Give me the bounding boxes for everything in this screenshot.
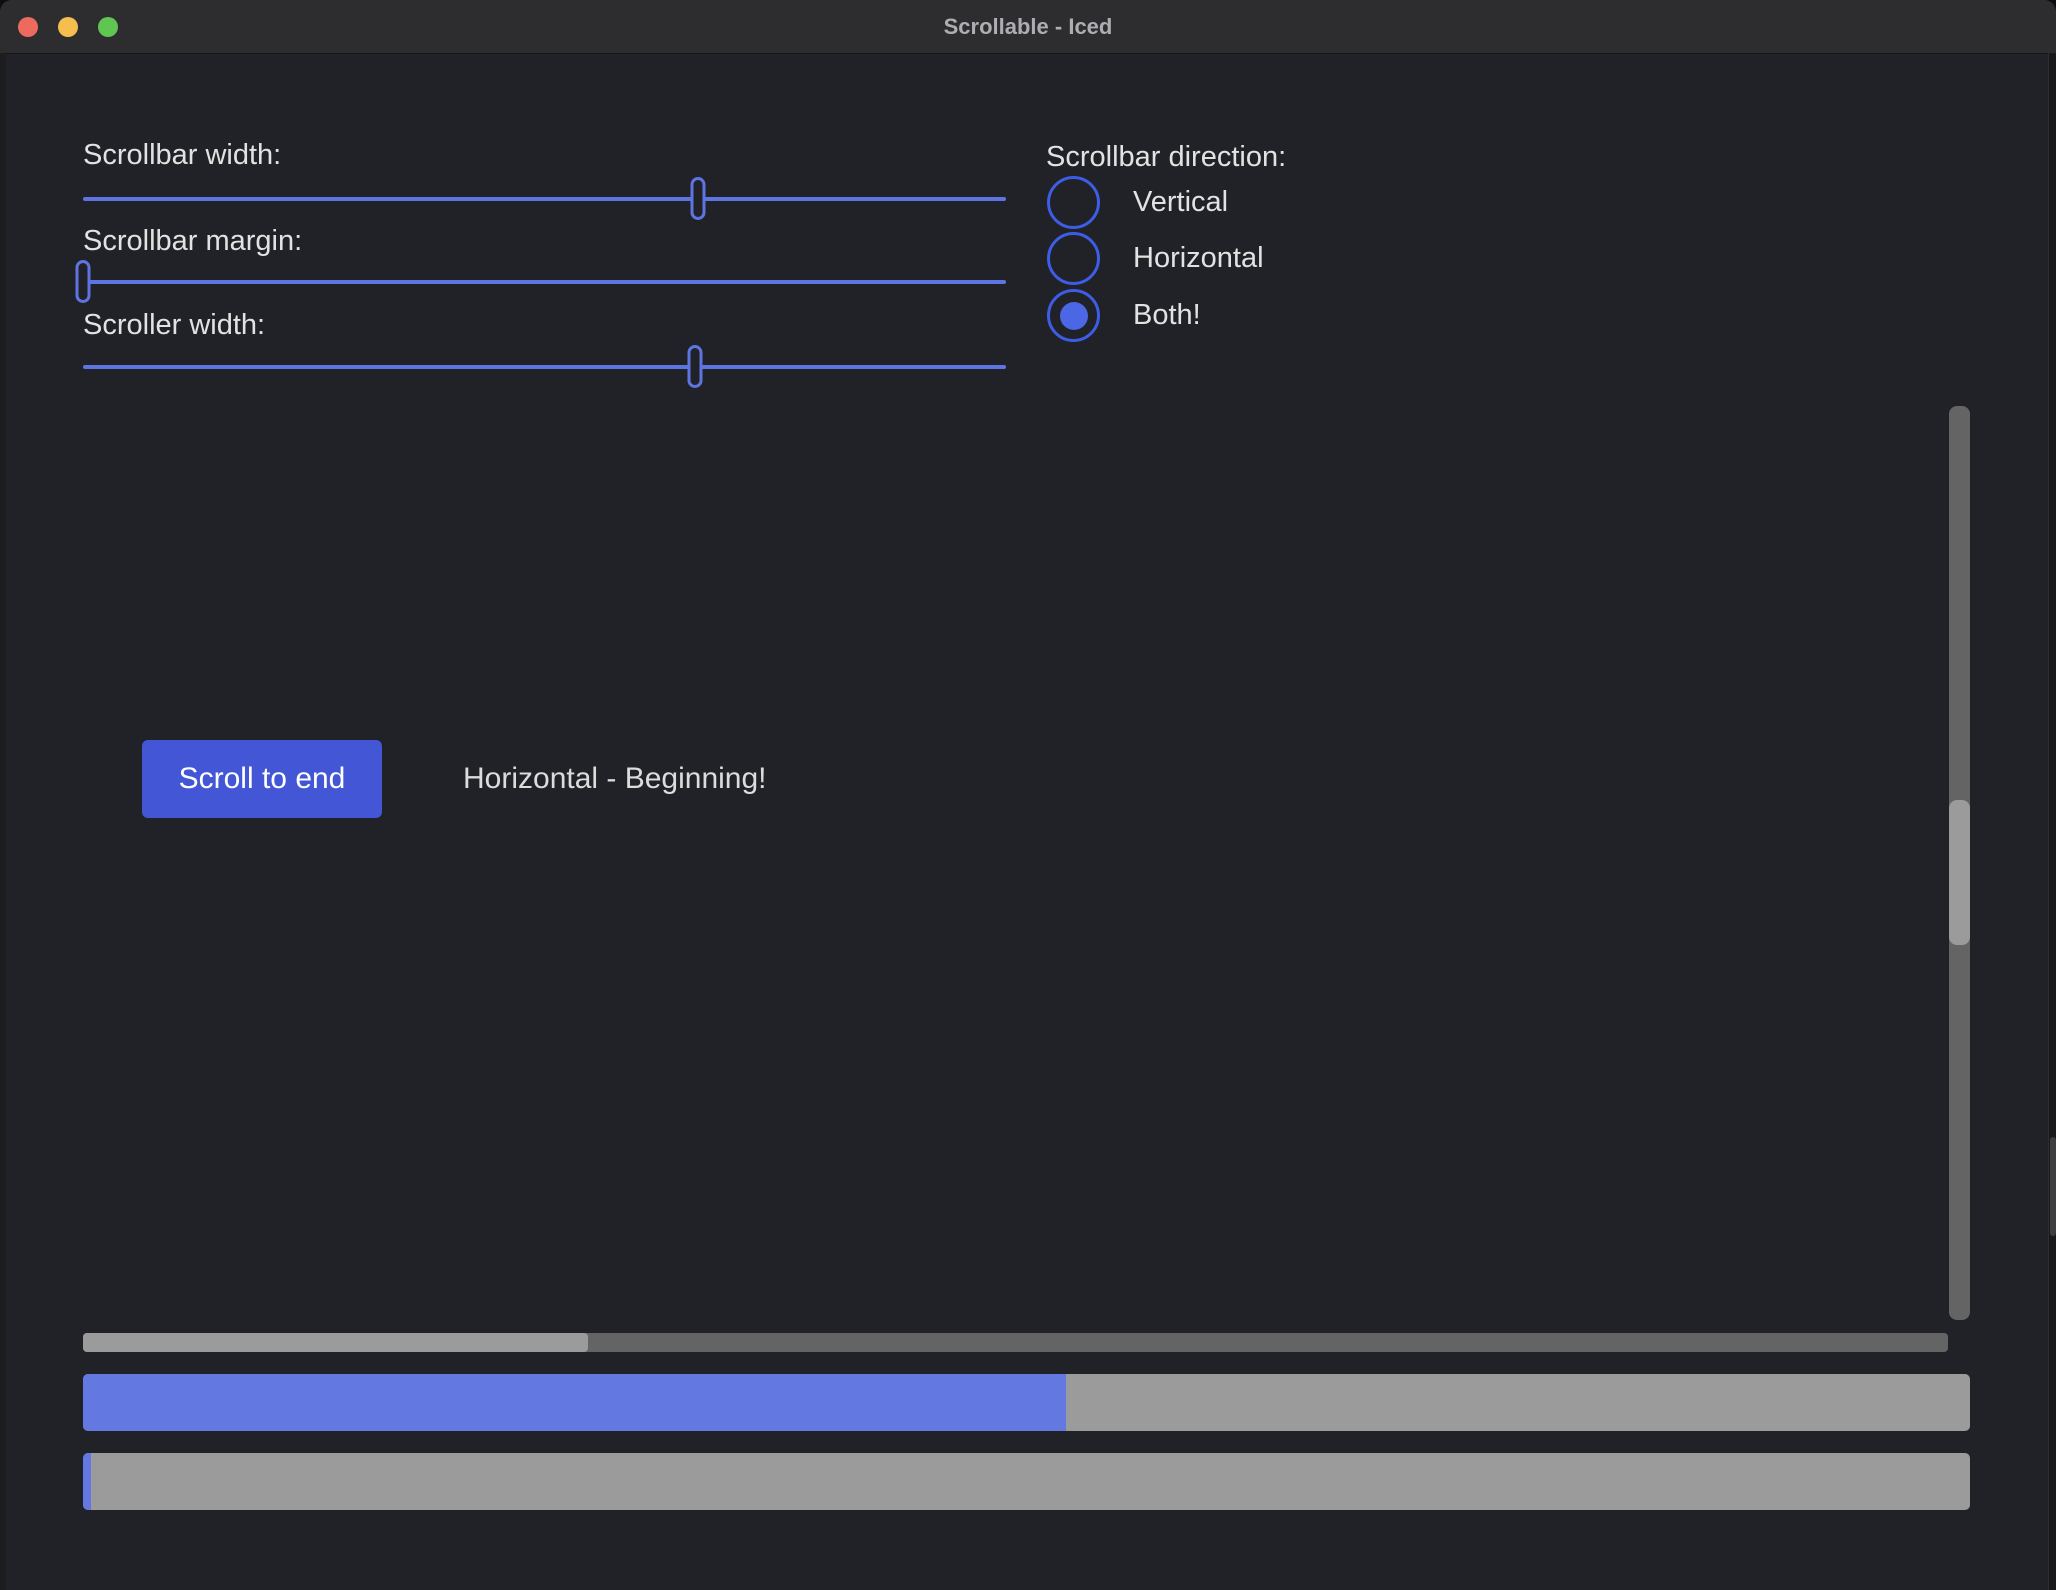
scrollbar-direction-label: Scrollbar direction: xyxy=(1046,139,1286,175)
scrollbar-margin-slider[interactable] xyxy=(83,260,1006,303)
slider-handle[interactable] xyxy=(690,177,705,220)
radio-option-both[interactable]: Both! xyxy=(1047,289,1201,342)
scroller-width-slider[interactable] xyxy=(83,345,1006,388)
radio-label: Both! xyxy=(1133,299,1201,332)
titlebar[interactable]: Scrollable - Iced xyxy=(0,0,2056,54)
scroller-width-label: Scroller width: xyxy=(83,307,265,343)
radio-label: Horizontal xyxy=(1133,242,1264,275)
radio-option-vertical[interactable]: Vertical xyxy=(1047,176,1228,229)
scrollbar-width-slider[interactable] xyxy=(83,177,1006,220)
window-left-border xyxy=(0,53,6,1590)
horizontal-scrollbar-thumb[interactable] xyxy=(83,1333,588,1352)
scrollbar-margin-label: Scrollbar margin: xyxy=(83,223,302,259)
app-window: Scrollable - Iced Scrollbar width: Scrol… xyxy=(0,0,2056,1590)
progress-fill xyxy=(83,1374,1066,1431)
radio-dot xyxy=(1060,302,1088,330)
window-title: Scrollable - Iced xyxy=(0,0,2056,53)
horizontal-progress-bar xyxy=(83,1374,1970,1431)
progress-fill xyxy=(83,1453,91,1510)
vertical-progress-bar xyxy=(83,1453,1970,1510)
horizontal-scrollbar-track[interactable] xyxy=(83,1333,1948,1352)
scroll-status-text: Horizontal - Beginning! xyxy=(463,740,767,818)
radio-option-horizontal[interactable]: Horizontal xyxy=(1047,232,1264,285)
vertical-scrollbar-track[interactable] xyxy=(1949,406,1970,1320)
slider-track[interactable] xyxy=(83,365,1006,369)
radio-circle-icon[interactable] xyxy=(1047,232,1100,285)
slider-track[interactable] xyxy=(83,197,1006,201)
slider-handle[interactable] xyxy=(76,260,91,303)
slider-handle[interactable] xyxy=(687,345,702,388)
radio-circle-icon[interactable] xyxy=(1047,176,1100,229)
scroll-to-end-button[interactable]: Scroll to end xyxy=(142,740,382,818)
radio-circle-icon[interactable] xyxy=(1047,289,1100,342)
vertical-scrollbar-thumb[interactable] xyxy=(1949,800,1970,945)
radio-label: Vertical xyxy=(1133,186,1228,219)
scrollbar-width-label: Scrollbar width: xyxy=(83,137,281,173)
window-edge-scrollbar-thumb[interactable] xyxy=(2050,1137,2056,1237)
slider-track[interactable] xyxy=(83,280,1006,284)
window-edge-scrollbar[interactable] xyxy=(2048,53,2056,1590)
